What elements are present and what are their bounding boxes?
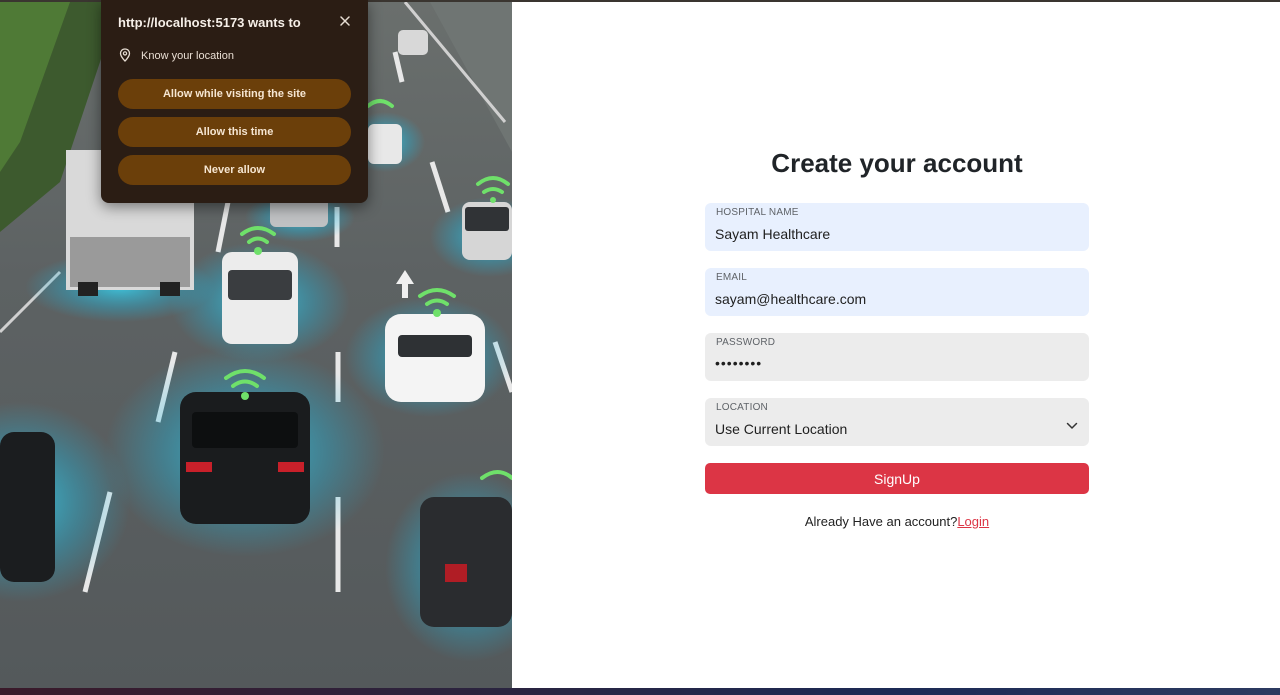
login-prompt: Already Have an account?Login [705,514,1089,529]
email-label: EMAIL [716,272,748,283]
hospital-name-field[interactable]: HOSPITAL NAME Sayam Healthcare [705,203,1089,251]
page-title: Create your account [771,148,1023,178]
email-field[interactable]: EMAIL sayam@healthcare.com [705,268,1089,316]
close-icon[interactable] [337,13,353,29]
location-permission-popup: http://localhost:5173 wants to Know your… [101,0,368,203]
taskbar-edge [0,688,1280,695]
location-label: LOCATION [716,402,768,413]
location-select[interactable]: LOCATION Use Current Location [705,398,1089,446]
never-allow-button[interactable]: Never allow [118,155,351,185]
signup-button[interactable]: SignUp [705,463,1089,494]
password-field[interactable]: PASSWORD •••••••• [705,333,1089,381]
email-value[interactable]: sayam@healthcare.com [715,291,866,307]
hospital-name-label: HOSPITAL NAME [716,207,799,218]
already-have-account-text: Already Have an account? [804,514,958,529]
location-value[interactable]: Use Current Location [715,421,847,437]
hospital-name-value[interactable]: Sayam Healthcare [715,226,830,242]
login-link[interactable]: Login [957,514,989,529]
permission-request-text: Know your location [141,50,234,62]
password-value[interactable]: •••••••• [715,355,762,371]
permission-title: http://localhost:5173 wants to [118,15,301,30]
password-label: PASSWORD [716,337,776,348]
allow-while-visiting-button[interactable]: Allow while visiting the site [118,79,351,109]
chevron-down-icon[interactable] [1066,417,1078,429]
allow-this-time-button[interactable]: Allow this time [118,117,351,147]
location-pin-icon [119,48,131,62]
